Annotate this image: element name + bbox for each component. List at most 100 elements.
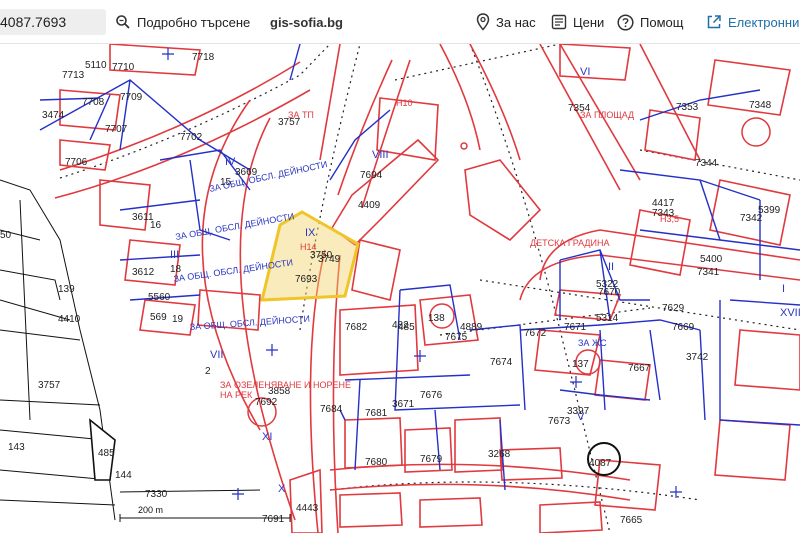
parcel-label: 7708 xyxy=(82,97,105,108)
parcel-label: 7676 xyxy=(420,390,443,401)
parcel-label: 3757 xyxy=(38,380,61,391)
zoning-label: Н14 xyxy=(300,242,317,252)
parcel-label: 7629 xyxy=(662,303,685,314)
location-pin-icon xyxy=(476,13,490,31)
parcel-label: 7353 xyxy=(676,102,699,113)
help-label: Помощ xyxy=(640,14,684,30)
zoning-label: ЗА ОЗЕЛЕНЯВАНЕ И НОРЕНЕ xyxy=(220,380,351,390)
parcel-label: 4417 xyxy=(652,198,675,209)
parcel-label: 5314 xyxy=(596,313,619,324)
parcel-label: I xyxy=(782,283,785,295)
parcel-label: VI xyxy=(580,66,590,78)
parcel-label: 5560 xyxy=(148,292,171,303)
parcel-label: 7713 xyxy=(62,70,85,81)
about-link[interactable]: За нас xyxy=(476,0,536,44)
parcel-label: 7706 xyxy=(65,157,88,168)
parcel-label: 5110 xyxy=(85,60,107,71)
parcel-label: 7669 xyxy=(672,322,695,333)
parcel-label: 7707 xyxy=(105,124,128,135)
parcel-label: 7718 xyxy=(192,52,215,63)
parcel-label: IV xyxy=(225,156,236,168)
parcel-label: 7709 xyxy=(120,92,143,103)
parcel-label: 7341 xyxy=(697,267,720,278)
electronic-services-link[interactable]: Електронни xyxy=(706,0,799,44)
parcel-label: 3671 xyxy=(392,399,415,410)
zoning-label: ЗА ЖС xyxy=(578,338,607,348)
help-link[interactable]: Помощ xyxy=(617,0,683,44)
parcel-label: 4889 xyxy=(460,322,483,333)
parcel-label: 7665 xyxy=(620,515,643,526)
zoning-label: ЗА ПЛОЩАД xyxy=(580,110,634,120)
parcel-label: XI xyxy=(262,431,272,443)
parcel-label: 144 xyxy=(115,470,132,481)
parcel-label: 7710 xyxy=(112,62,135,73)
top-toolbar: 4087.7693 Подробно търсене gis-sofia.bg … xyxy=(0,0,800,44)
parcel-label: 7702 xyxy=(180,132,203,143)
search-icon xyxy=(116,15,130,29)
parcel-label: 5322 xyxy=(596,279,619,290)
parcel-label: 3742 xyxy=(686,352,709,363)
parcel-label: 3268 xyxy=(488,449,511,460)
parcel-label: 7684 xyxy=(320,404,343,415)
parcel-label: 482 xyxy=(392,320,409,331)
brand-label: gis-sofia.bg xyxy=(270,14,343,30)
parcel-label: 7682 xyxy=(345,322,368,333)
parcel-label: 5399 xyxy=(758,205,781,216)
parcel-label: VII xyxy=(210,349,223,361)
parcel-label: 3749 xyxy=(318,254,341,265)
parcel-label: 7348 xyxy=(749,100,772,111)
parcel-label: 4410 xyxy=(58,314,81,325)
parcel-label: 569 xyxy=(150,312,167,323)
parcel-label: 4409 xyxy=(358,200,381,211)
parcel-label: 7674 xyxy=(490,357,513,368)
parcel-label: V xyxy=(577,411,585,423)
brand-link[interactable]: gis-sofia.bg xyxy=(270,0,343,44)
zoning-label: НА РЕК xyxy=(220,390,253,400)
parcel-label: VIII xyxy=(372,149,389,161)
parcel-label: 50 xyxy=(0,230,12,241)
parcel-label: 7679 xyxy=(420,454,443,465)
zoning-label: Н3,5 xyxy=(660,214,679,224)
parcel-label: 7675 xyxy=(445,332,468,343)
zoning-label: ДЕТСКА ГРАДИНА xyxy=(530,238,609,248)
advanced-search-label: Подробно търсене xyxy=(137,14,251,30)
parcel-label: 3611 xyxy=(132,212,154,223)
external-link-icon xyxy=(707,15,721,29)
zoning-label: Н10 xyxy=(396,98,413,108)
parcel-label: 7691 xyxy=(262,514,285,525)
parcel-label: 7680 xyxy=(365,457,388,468)
search-result-field[interactable]: 4087.7693 xyxy=(0,9,106,35)
parcel-label: II xyxy=(608,261,614,273)
parcel-label: 7667 xyxy=(628,363,651,374)
parcel-label: IX xyxy=(305,227,316,239)
parcel-label: 5400 xyxy=(700,254,723,265)
parcel-label: 137 xyxy=(572,359,589,370)
parcel-label: 7673 xyxy=(548,416,571,427)
parcel-label: 4087 xyxy=(589,458,612,469)
parcel-label: XVII xyxy=(780,307,800,319)
parcel-label: 139 xyxy=(58,284,75,295)
cadastral-map[interactable]: 7713 7710 7718 7709 7708 7707 7706 7702 3474 5110… xyxy=(0,0,800,533)
parcel-label: 7681 xyxy=(365,408,388,419)
parcel-label: 7671 xyxy=(564,322,587,333)
parcel-label: 485 xyxy=(98,448,115,459)
price-list-icon xyxy=(551,14,567,30)
parcel-label: 7672 xyxy=(524,328,547,339)
advanced-search-link[interactable]: Подробно търсене xyxy=(115,0,250,44)
scale-label: 200 m xyxy=(138,505,163,515)
parcel-label: 7693 xyxy=(295,274,318,285)
parcel-label: 138 xyxy=(428,313,445,324)
parcel-label: 3474 xyxy=(42,110,65,121)
prices-label: Цени xyxy=(573,14,605,30)
parcel-label: 3612 xyxy=(132,267,155,278)
about-label: За нас xyxy=(496,14,536,30)
parcel-label: X xyxy=(278,483,286,495)
parcel-label: 143 xyxy=(8,442,25,453)
parcel-label: 4443 xyxy=(296,503,319,514)
parcel-label: III xyxy=(170,249,179,261)
parcel-label: 7344 xyxy=(695,158,718,169)
parcel-label: 2 xyxy=(205,366,211,377)
parcel-label: 7694 xyxy=(360,170,383,181)
prices-link[interactable]: Цени xyxy=(551,0,604,44)
electronic-label: Електронни xyxy=(728,14,800,30)
